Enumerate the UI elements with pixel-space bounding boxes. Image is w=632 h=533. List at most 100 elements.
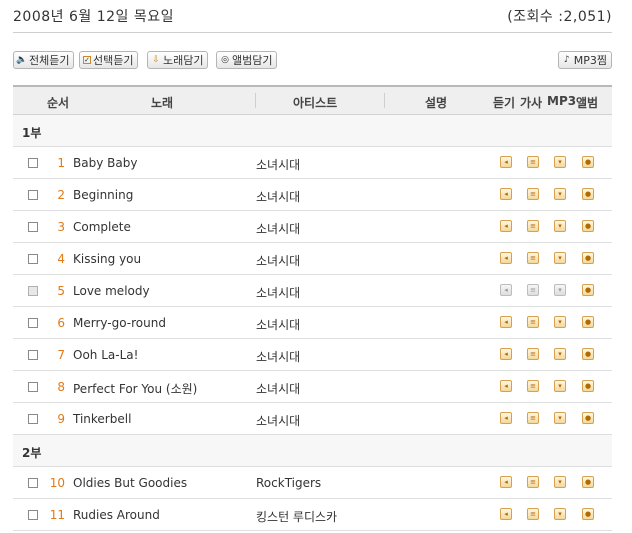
album-button[interactable]: ● (582, 220, 594, 232)
track-artist[interactable]: 소녀시대 (256, 380, 300, 397)
table-row: 6 Merry-go-round 소녀시대 ◂ ≡ ▾ ● (13, 307, 612, 339)
lyrics-button: ≡ (527, 284, 539, 296)
track-checkbox[interactable] (28, 190, 38, 200)
listen-button[interactable]: ◂ (500, 316, 512, 328)
mp3-download-button[interactable]: ▾ (554, 220, 566, 232)
download-icon: ▾ (558, 510, 562, 518)
track-checkbox[interactable] (28, 510, 38, 520)
page-header: 2008년 6월 12일 목요일 (조회수 :2,051) (13, 0, 612, 32)
album-disc-icon: ● (584, 318, 592, 326)
mp3-keep-button[interactable]: ♪ MP3찜 (557, 51, 612, 69)
album-disc-icon: ● (584, 382, 592, 390)
track-checkbox[interactable] (28, 158, 38, 168)
lyrics-button[interactable]: ≡ (527, 316, 539, 328)
album-button[interactable]: ● (582, 316, 594, 328)
music-note-icon: ♪ (563, 55, 570, 65)
lyrics-button[interactable]: ≡ (527, 188, 539, 200)
mp3-download-button[interactable]: ▾ (554, 188, 566, 200)
play-selected-button[interactable]: ✓ 선택듣기 (79, 51, 139, 69)
album-button[interactable]: ● (582, 156, 594, 168)
listen-button[interactable]: ◂ (500, 252, 512, 264)
track-title[interactable]: Tinkerbell (73, 412, 131, 426)
track-title[interactable]: Baby Baby (73, 156, 137, 170)
track-checkbox[interactable] (28, 350, 38, 360)
listen-button[interactable]: ◂ (500, 188, 512, 200)
track-title[interactable]: Perfect For You (소원) (73, 380, 197, 397)
track-artist[interactable]: 소녀시대 (256, 252, 300, 269)
speaker-icon: ◂ (504, 318, 508, 326)
download-icon: ▾ (558, 254, 562, 262)
track-artist[interactable]: 소녀시대 (256, 316, 300, 333)
add-songs-button[interactable]: ⇩ 노래담기 (147, 51, 209, 69)
track-title[interactable]: Love melody (73, 284, 150, 298)
add-album-button[interactable]: ◎ 앨범담기 (216, 51, 278, 69)
group-label: 2부 (22, 446, 42, 460)
mp3-download-button[interactable]: ▾ (554, 348, 566, 360)
mp3-download-button[interactable]: ▾ (554, 476, 566, 488)
lyrics-button[interactable]: ≡ (527, 348, 539, 360)
speaker-icon: ◂ (504, 222, 508, 230)
track-title[interactable]: Merry-go-round (73, 316, 166, 330)
broadcast-date: 2008년 6월 12일 목요일 (13, 9, 174, 25)
track-artist[interactable]: 킹스턴 루디스카 (256, 508, 337, 525)
listen-button[interactable]: ◂ (500, 380, 512, 392)
track-artist[interactable]: RockTigers (256, 476, 321, 490)
lyrics-button[interactable]: ≡ (527, 156, 539, 168)
track-artist[interactable]: 소녀시대 (256, 220, 300, 237)
lyrics-button[interactable]: ≡ (527, 220, 539, 232)
track-title[interactable]: Kissing you (73, 252, 141, 266)
mp3-download-button[interactable]: ▾ (554, 156, 566, 168)
track-title[interactable]: Oldies But Goodies (73, 476, 187, 490)
mp3-download-button[interactable]: ▾ (554, 380, 566, 392)
toolbar: 🔈 전체듣기 ✓ 선택듣기 ⇩ 노래담기 ◎ 앨범담기 ♪ MP3찜 (13, 51, 612, 71)
album-button[interactable]: ● (582, 348, 594, 360)
view-count: (조회수 :2,051) (507, 9, 612, 25)
album-disc-icon: ● (584, 350, 592, 358)
mp3-download-button[interactable]: ▾ (554, 508, 566, 520)
listen-button[interactable]: ◂ (500, 220, 512, 232)
lyrics-button[interactable]: ≡ (527, 476, 539, 488)
listen-button[interactable]: ◂ (500, 412, 512, 424)
lyrics-button[interactable]: ≡ (527, 252, 539, 264)
track-checkbox[interactable] (28, 254, 38, 264)
album-button[interactable]: ● (582, 508, 594, 520)
album-button[interactable]: ● (582, 284, 594, 296)
album-button[interactable]: ● (582, 412, 594, 424)
mp3-download-button[interactable]: ▾ (554, 316, 566, 328)
mp3-download-button[interactable]: ▾ (554, 412, 566, 424)
album-disc-icon: ◎ (221, 55, 229, 65)
listen-button[interactable]: ◂ (500, 476, 512, 488)
track-title[interactable]: Beginning (73, 188, 133, 202)
listen-button[interactable]: ◂ (500, 348, 512, 360)
lyrics-doc-icon: ≡ (530, 286, 536, 294)
album-button[interactable]: ● (582, 476, 594, 488)
track-number: 10 (49, 476, 65, 490)
track-title[interactable]: Complete (73, 220, 131, 234)
album-button[interactable]: ● (582, 380, 594, 392)
lyrics-button[interactable]: ≡ (527, 412, 539, 424)
mp3-download-button[interactable]: ▾ (554, 252, 566, 264)
track-artist[interactable]: 소녀시대 (256, 284, 300, 301)
track-artist[interactable]: 소녀시대 (256, 348, 300, 365)
track-artist[interactable]: 소녀시대 (256, 188, 300, 205)
listen-button[interactable]: ◂ (500, 156, 512, 168)
lyrics-button[interactable]: ≡ (527, 508, 539, 520)
listen-button[interactable]: ◂ (500, 508, 512, 520)
track-checkbox[interactable] (28, 318, 38, 328)
track-artist[interactable]: 소녀시대 (256, 156, 300, 173)
track-checkbox[interactable] (28, 382, 38, 392)
track-checkbox[interactable] (28, 414, 38, 424)
track-title[interactable]: Rudies Around (73, 508, 160, 522)
lyrics-button[interactable]: ≡ (527, 380, 539, 392)
play-all-button[interactable]: 🔈 전체듣기 (13, 51, 75, 69)
track-checkbox[interactable] (28, 222, 38, 232)
table-row: 7 Ooh La-La! 소녀시대 ◂ ≡ ▾ ● (13, 339, 612, 371)
track-artist[interactable]: 소녀시대 (256, 412, 300, 429)
album-button[interactable]: ● (582, 252, 594, 264)
col-divider (255, 93, 256, 108)
speaker-icon: 🔈 (16, 55, 28, 65)
download-icon: ▾ (558, 350, 562, 358)
track-title[interactable]: Ooh La-La! (73, 348, 138, 362)
album-button[interactable]: ● (582, 188, 594, 200)
track-checkbox[interactable] (28, 478, 38, 488)
